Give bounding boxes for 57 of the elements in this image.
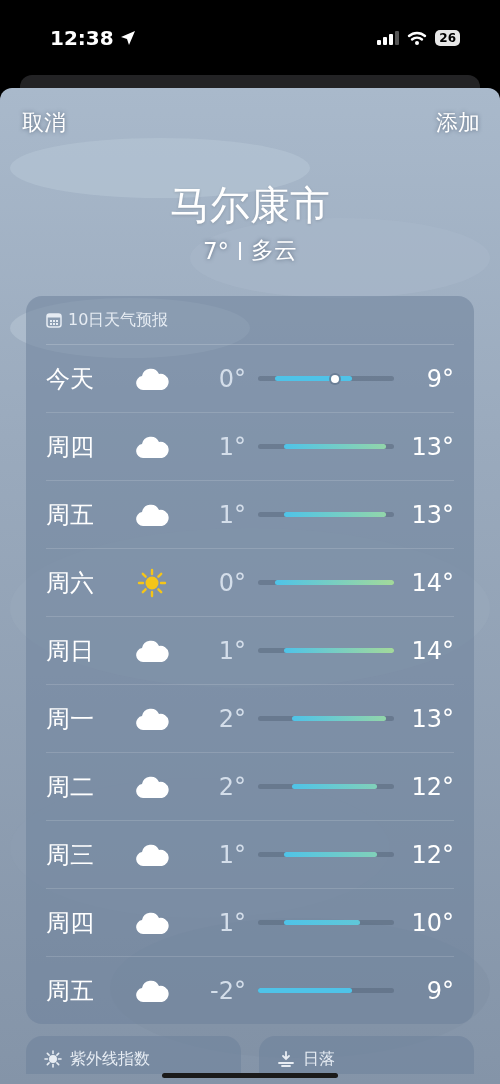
- wifi-icon: [407, 30, 428, 45]
- day-label: 周三: [46, 839, 95, 871]
- day-label: 周五: [46, 499, 95, 531]
- high-temperature: 14°: [410, 568, 454, 597]
- day-label: 周六: [46, 567, 95, 599]
- high-temperature: 9°: [425, 364, 454, 393]
- high-temperature: 12°: [410, 840, 454, 869]
- low-temperature: 1°: [217, 432, 247, 461]
- low-temperature: 2°: [217, 772, 247, 801]
- day-label: 周四: [46, 907, 95, 939]
- cloud-icon: [135, 435, 169, 458]
- cloud-icon: [135, 979, 169, 1002]
- current-temperature: 7°: [202, 237, 230, 264]
- city-name: 马尔康市: [169, 181, 331, 230]
- day-label: 周五: [46, 975, 95, 1007]
- add-button[interactable]: 添加: [436, 108, 480, 138]
- cancel-button[interactable]: 取消: [22, 108, 66, 138]
- high-temperature: 14°: [410, 636, 454, 665]
- cloud-icon: [135, 775, 169, 798]
- day-label: 周四: [46, 431, 95, 463]
- day-label: 周二: [46, 771, 95, 803]
- card-title: 紫外线指数: [70, 1048, 150, 1070]
- cloud-icon: [135, 503, 169, 526]
- low-temperature: 1°: [217, 500, 247, 529]
- cloud-icon: [135, 367, 169, 390]
- location-arrow-icon: [119, 29, 136, 46]
- high-temperature: 13°: [410, 500, 454, 529]
- sunset-icon: [277, 1051, 295, 1067]
- cloud-icon: [135, 707, 169, 730]
- current-temperature-dot: [330, 374, 339, 383]
- calendar-icon: [46, 312, 62, 328]
- high-temperature: 12°: [410, 772, 454, 801]
- low-temperature: 1°: [217, 840, 247, 869]
- sun-icon: [137, 567, 167, 598]
- low-temperature: -2°: [209, 976, 247, 1005]
- cloud-icon: [135, 911, 169, 934]
- low-temperature: 1°: [217, 908, 247, 937]
- day-label: 周一: [46, 703, 95, 735]
- cloud-icon: [135, 843, 169, 866]
- forecast-title: 10日天气预报: [68, 309, 169, 331]
- high-temperature: 13°: [410, 704, 454, 733]
- high-temperature: 13°: [410, 432, 454, 461]
- battery-level: 26: [435, 29, 460, 46]
- card-title: 日落: [303, 1048, 335, 1070]
- signal-icon: [377, 30, 400, 45]
- low-temperature: 0°: [217, 364, 247, 393]
- high-temperature: 10°: [410, 908, 454, 937]
- low-temperature: 1°: [217, 636, 247, 665]
- low-temperature: 2°: [217, 704, 247, 733]
- cloud-icon: [135, 639, 169, 662]
- day-label: 今天: [46, 363, 95, 395]
- day-label: 周日: [46, 635, 95, 667]
- clock-time: 12:38: [50, 25, 114, 50]
- high-temperature: 9°: [425, 976, 454, 1005]
- low-temperature: 0°: [217, 568, 247, 597]
- sun-icon: [44, 1050, 62, 1068]
- weather-condition: 多云: [251, 236, 298, 265]
